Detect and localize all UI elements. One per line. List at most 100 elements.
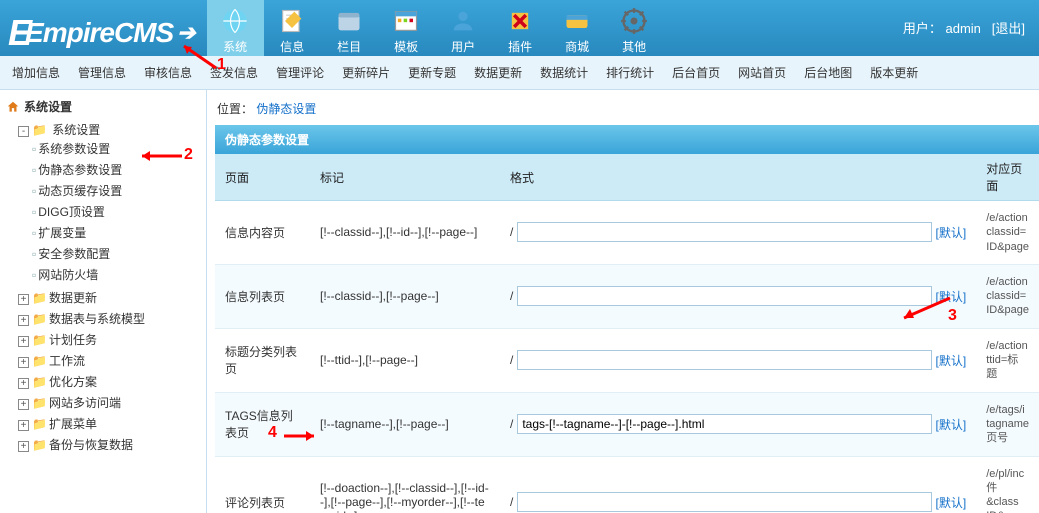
tree-toggle-icon[interactable]: + xyxy=(18,420,29,431)
cell-mark: [!--doaction--],[!--classid--],[!--id--]… xyxy=(310,456,500,513)
menu-系统[interactable]: 系统 xyxy=(207,0,264,56)
menu-icon xyxy=(562,6,592,36)
tree-toggle-icon[interactable]: + xyxy=(18,399,29,410)
cell-target: /e/pl/inc 件&class ID&page 序&temp xyxy=(976,456,1039,513)
file-icon: ▫ xyxy=(32,268,36,282)
cell-mark: [!--tagname--],[!--page--] xyxy=(310,392,500,456)
tree-leaf[interactable]: 安全参数配置 xyxy=(38,247,110,261)
cell-mark: [!--ttid--],[!--page--] xyxy=(310,328,500,392)
table-row: 信息列表页[!--classid--],[!--page--]/[默认]/e/a… xyxy=(215,264,1039,328)
user-box: 用户： admin [退出] xyxy=(903,0,1039,56)
folder-icon: 📁 xyxy=(32,354,47,368)
submenu-item[interactable]: 数据统计 xyxy=(540,64,588,81)
th-mark: 标记 xyxy=(310,154,500,201)
default-link[interactable]: [默认] xyxy=(936,352,967,369)
default-link[interactable]: [默认] xyxy=(936,288,967,305)
submenu-item[interactable]: 排行统计 xyxy=(606,64,654,81)
table-row: 评论列表页[!--doaction--],[!--classid--],[!--… xyxy=(215,456,1039,513)
submenu-item[interactable]: 更新碎片 xyxy=(342,64,390,81)
submenu-item[interactable]: 版本更新 xyxy=(870,64,918,81)
tree-leaf[interactable]: 伪静态参数设置 xyxy=(38,163,122,177)
tree-node[interactable]: 扩展菜单 xyxy=(49,417,97,431)
menu-用户[interactable]: 用户 xyxy=(435,0,492,56)
settings-table: 页面 标记 格式 对应页面 信息内容页[!--classid--],[!--id… xyxy=(215,154,1039,513)
format-input[interactable] xyxy=(517,222,931,242)
submenu-item[interactable]: 数据更新 xyxy=(474,64,522,81)
file-icon: ▫ xyxy=(32,205,36,219)
tree-node[interactable]: 数据表与系统模型 xyxy=(49,312,145,326)
tree-toggle-icon[interactable]: + xyxy=(18,378,29,389)
th-page: 页面 xyxy=(215,154,310,201)
table-row: 标题分类列表页[!--ttid--],[!--page--]/[默认]/e/ac… xyxy=(215,328,1039,392)
submenu-item[interactable]: 后台地图 xyxy=(804,64,852,81)
tree-node[interactable]: 备份与恢复数据 xyxy=(49,438,133,452)
cell-format: /[默认] xyxy=(500,201,976,265)
submenu-item[interactable]: 审核信息 xyxy=(144,64,192,81)
logo: EEmpireCMS➔ xyxy=(0,0,207,56)
folder-icon: 📁 xyxy=(32,123,47,137)
cell-format: /[默认] xyxy=(500,392,976,456)
file-icon: ▫ xyxy=(32,247,36,261)
file-icon: ▫ xyxy=(32,163,36,177)
default-link[interactable]: [默认] xyxy=(936,224,967,241)
folder-icon: 📁 xyxy=(32,417,47,431)
tree-node-system-settings[interactable]: 系统设置 xyxy=(52,123,100,137)
tree-node[interactable]: 计划任务 xyxy=(49,333,97,347)
tree-leaf[interactable]: 网站防火墙 xyxy=(38,268,98,282)
tree-node[interactable]: 网站多访问端 xyxy=(49,396,121,410)
menu-商城[interactable]: 商城 xyxy=(549,0,606,56)
cell-format: /[默认] xyxy=(500,456,976,513)
menu-icon xyxy=(505,6,535,36)
submenu-item[interactable]: 管理信息 xyxy=(78,64,126,81)
user-label: 用户： xyxy=(903,21,942,36)
tree-leaf[interactable]: 扩展变量 xyxy=(38,226,86,240)
submenu-item[interactable]: 签发信息 xyxy=(210,64,258,81)
tree-toggle-icon[interactable]: + xyxy=(18,357,29,368)
menu-icon xyxy=(334,6,364,36)
format-input[interactable] xyxy=(517,492,931,512)
main-menu: 系统信息栏目模板用户插件商城其他 xyxy=(207,0,663,56)
tree-leaf[interactable]: 动态页缓存设置 xyxy=(38,184,122,198)
tree-toggle-icon[interactable]: + xyxy=(18,441,29,452)
tree-node[interactable]: 优化方案 xyxy=(49,375,97,389)
tree-toggle-icon[interactable]: + xyxy=(18,294,29,305)
submenu-item[interactable]: 网站首页 xyxy=(738,64,786,81)
folder-icon: 📁 xyxy=(32,396,47,410)
submenu-item[interactable]: 更新专题 xyxy=(408,64,456,81)
tree-node[interactable]: 工作流 xyxy=(49,354,85,368)
menu-icon xyxy=(220,6,250,36)
format-input[interactable] xyxy=(517,350,931,370)
cell-page: 标题分类列表页 xyxy=(215,328,310,392)
submenu-item[interactable]: 后台首页 xyxy=(672,64,720,81)
file-icon: ▫ xyxy=(32,142,36,156)
cell-format: /[默认] xyxy=(500,264,976,328)
tree-toggle-icon[interactable]: + xyxy=(18,336,29,347)
submenu-item[interactable]: 增加信息 xyxy=(12,64,60,81)
cell-format: /[默认] xyxy=(500,328,976,392)
tree-node[interactable]: 数据更新 xyxy=(49,291,97,305)
tree-leaf[interactable]: DIGG顶设置 xyxy=(38,205,105,219)
menu-其他[interactable]: 其他 xyxy=(606,0,663,56)
tree-toggle-icon[interactable]: - xyxy=(18,126,29,137)
top-bar: EEmpireCMS➔ 系统信息栏目模板用户插件商城其他 用户： admin [… xyxy=(0,0,1039,56)
table-row: 信息内容页[!--classid--],[!--id--],[!--page--… xyxy=(215,201,1039,265)
menu-信息[interactable]: 信息 xyxy=(264,0,321,56)
format-input[interactable] xyxy=(517,286,931,306)
breadcrumb-link[interactable]: 伪静态设置 xyxy=(256,102,316,116)
menu-栏目[interactable]: 栏目 xyxy=(321,0,378,56)
sub-menu: 增加信息 管理信息 审核信息 签发信息 管理评论 更新碎片 更新专题 数据更新 数据统计 排行统计… xyxy=(0,56,1039,90)
home-icon xyxy=(6,100,20,114)
format-input[interactable] xyxy=(517,414,931,434)
default-link[interactable]: [默认] xyxy=(936,416,967,433)
tree-leaf[interactable]: 系统参数设置 xyxy=(38,142,110,156)
menu-插件[interactable]: 插件 xyxy=(492,0,549,56)
menu-icon xyxy=(391,6,421,36)
default-link[interactable]: [默认] xyxy=(936,494,967,511)
menu-icon xyxy=(448,6,478,36)
logout-link[interactable]: [退出] xyxy=(992,21,1025,36)
submenu-item[interactable]: 管理评论 xyxy=(276,64,324,81)
menu-模板[interactable]: 模板 xyxy=(378,0,435,56)
th-target: 对应页面 xyxy=(976,154,1039,201)
th-format: 格式 xyxy=(500,154,976,201)
tree-toggle-icon[interactable]: + xyxy=(18,315,29,326)
